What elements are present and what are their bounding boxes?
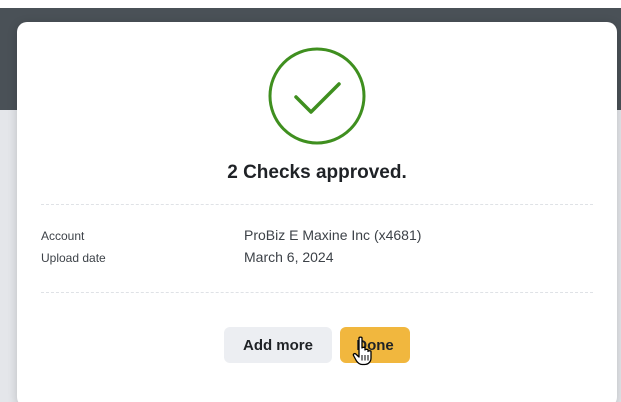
done-button[interactable]: Done: [340, 327, 410, 363]
success-modal: 2 Checks approved. Account ProBiz E Maxi…: [17, 22, 617, 402]
account-value: ProBiz E Maxine Inc (x4681): [244, 227, 422, 243]
modal-title: 2 Checks approved.: [227, 162, 407, 183]
add-more-button[interactable]: Add more: [224, 327, 332, 363]
detail-row-account: Account ProBiz E Maxine Inc (x4681): [17, 227, 617, 247]
detail-row-upload-date: Upload date March 6, 2024: [17, 249, 617, 269]
upload-date-label: Upload date: [41, 251, 106, 265]
check-circle-icon: [268, 47, 366, 145]
account-label: Account: [41, 229, 85, 243]
upload-date-value: March 6, 2024: [244, 249, 334, 265]
divider: [41, 204, 593, 205]
hand-pointer-icon: [352, 336, 372, 366]
divider: [41, 292, 593, 293]
screen: 2 Checks approved. Account ProBiz E Maxi…: [0, 0, 621, 402]
